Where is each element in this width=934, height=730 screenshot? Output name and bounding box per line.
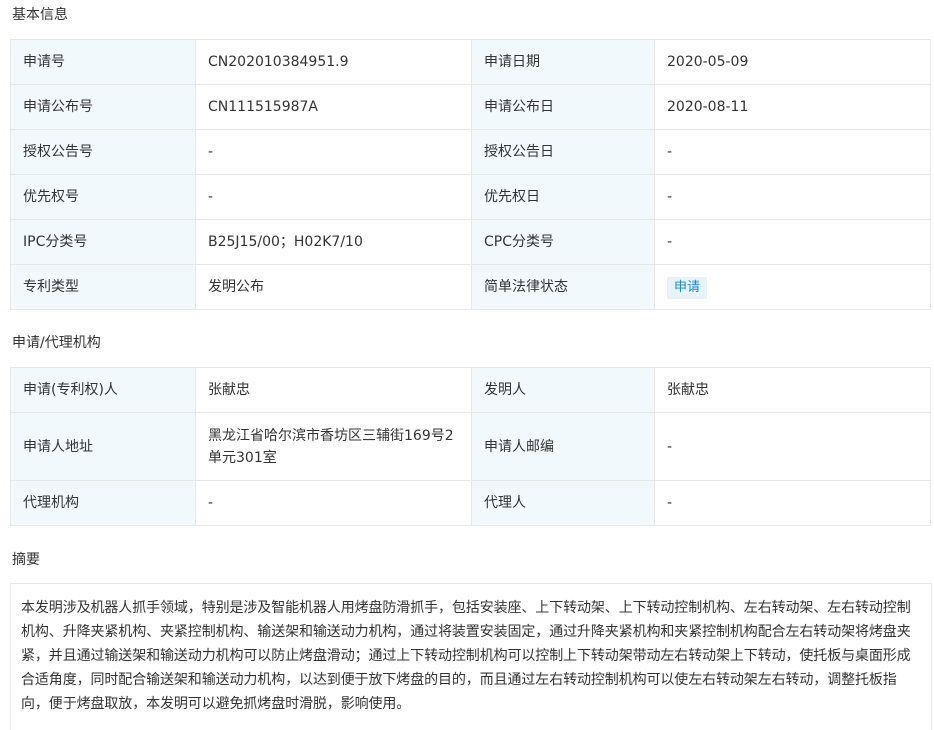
ipc-value: B25J15/00；H02K7/10	[195, 219, 472, 265]
legal-status-label: 简单法律状态	[471, 264, 655, 310]
table-row: 申请人地址 黑龙江省哈尔滨市香坊区三辅街169号2单元301室 申请人邮编 -	[10, 412, 931, 481]
applicant-postcode-value: -	[654, 412, 931, 481]
cpc-label: CPC分类号	[471, 219, 655, 265]
application-number-label: 申请号	[10, 39, 196, 85]
table-row: IPC分类号 B25J15/00；H02K7/10 CPC分类号 -	[10, 219, 931, 265]
grant-date-value: -	[654, 129, 931, 175]
inventor-label: 发明人	[471, 367, 655, 413]
table-row: 专利类型 发明公布 简单法律状态 申请	[10, 264, 931, 310]
applicant-postcode-label: 申请人邮编	[471, 412, 655, 481]
agent-value: -	[654, 480, 931, 526]
patent-type-label: 专利类型	[10, 264, 196, 310]
application-date-value: 2020-05-09	[654, 39, 931, 85]
publication-date-value: 2020-08-11	[654, 84, 931, 130]
agency-label: 代理机构	[10, 480, 196, 526]
grant-number-label: 授权公告号	[10, 129, 196, 175]
applicant-value: 张献忠	[195, 367, 472, 413]
table-row: 优先权号 - 优先权日 -	[10, 174, 931, 220]
ipc-label: IPC分类号	[10, 219, 196, 265]
basic-info-title: 基本信息	[12, 7, 68, 23]
agency-title: 申请/代理机构	[12, 335, 101, 351]
table-row: 申请公布号 CN111515987A 申请公布日 2020-08-11	[10, 84, 931, 130]
table-row: 申请号 CN202010384951.9 申请日期 2020-05-09	[10, 39, 931, 85]
application-number-value: CN202010384951.9	[195, 39, 472, 85]
publication-date-label: 申请公布日	[471, 84, 655, 130]
priority-number-label: 优先权号	[10, 174, 196, 220]
applicant-label: 申请(专利权)人	[10, 367, 196, 413]
applicant-address-value: 黑龙江省哈尔滨市香坊区三辅街169号2单元301室	[195, 412, 472, 481]
priority-date-label: 优先权日	[471, 174, 655, 220]
agency-value: -	[195, 480, 472, 526]
abstract-title: 摘要	[12, 552, 40, 568]
basic-info-table: 申请号 CN202010384951.9 申请日期 2020-05-09 申请公…	[10, 39, 931, 310]
table-row: 代理机构 - 代理人 -	[10, 480, 931, 526]
agency-table: 申请(专利权)人 张献忠 发明人 张献忠 申请人地址 黑龙江省哈尔滨市香坊区三辅…	[10, 367, 931, 526]
priority-date-value: -	[654, 174, 931, 220]
cpc-value: -	[654, 219, 931, 265]
legal-status-badge: 申请	[667, 276, 708, 299]
application-date-label: 申请日期	[471, 39, 655, 85]
grant-date-label: 授权公告日	[471, 129, 655, 175]
grant-number-value: -	[195, 129, 472, 175]
legal-status-cell: 申请	[654, 264, 931, 310]
abstract-text: 本发明涉及机器人抓手领域，特别是涉及智能机器人用烤盘防滑抓手，包括安装座、上下转…	[10, 583, 932, 730]
table-row: 申请(专利权)人 张献忠 发明人 张献忠	[10, 367, 931, 413]
applicant-address-label: 申请人地址	[10, 412, 196, 481]
patent-type-value: 发明公布	[195, 264, 472, 310]
publication-number-label: 申请公布号	[10, 84, 196, 130]
inventor-value: 张献忠	[654, 367, 931, 413]
table-row: 授权公告号 - 授权公告日 -	[10, 129, 931, 175]
publication-number-value: CN111515987A	[195, 84, 472, 130]
priority-number-value: -	[195, 174, 472, 220]
agent-label: 代理人	[471, 480, 655, 526]
